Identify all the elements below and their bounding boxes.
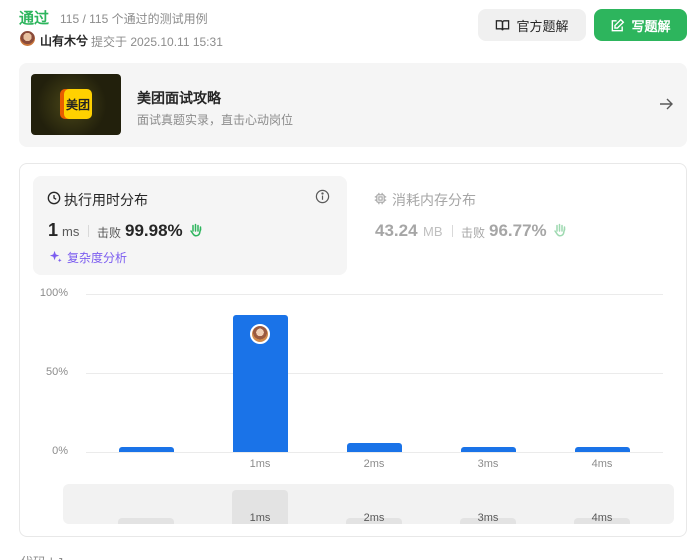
edit-icon — [612, 18, 625, 31]
runtime-value: 1 — [48, 220, 59, 240]
runtime-title: 执行用时分布 — [64, 192, 148, 208]
x-tick-label: 2ms — [363, 458, 385, 470]
testcases-passed: 115 / 115 个通过的测试用例 — [60, 12, 208, 26]
promo-subtitle: 面试真题实录，直击心动岗位 — [137, 113, 294, 127]
gridline — [86, 373, 663, 374]
arrow-right-icon[interactable] — [658, 96, 674, 112]
divider — [88, 225, 89, 237]
x-tick-label: 4ms — [591, 458, 613, 470]
code-section-label: 代码 | Java — [20, 552, 84, 560]
memory-beats-pct: 96.77% — [489, 221, 547, 240]
promo-title: 美团面试攻略 — [137, 90, 221, 106]
book-icon — [496, 19, 510, 30]
write-solution-label: 写题解 — [631, 18, 671, 34]
username[interactable]: 山有木兮 — [40, 32, 88, 49]
gridline — [86, 294, 663, 295]
complexity-analysis-link[interactable]: 复杂度分析 — [67, 249, 127, 266]
avatar[interactable] — [20, 31, 35, 46]
y-tick-label: 50% — [45, 366, 68, 378]
minimap-label: 2ms — [363, 512, 385, 524]
user-position-avatar — [250, 323, 270, 344]
official-solution-label: 官方题解 — [516, 18, 569, 34]
x-tick-label: 1ms — [249, 458, 271, 470]
memory-unit: MB — [423, 224, 443, 239]
runtime-beats-label: 击败 — [97, 226, 122, 240]
memory-value: 43.24 — [375, 221, 418, 240]
minimap-label: 4ms — [591, 512, 613, 524]
bar[interactable] — [346, 442, 402, 452]
chip-icon — [374, 192, 387, 205]
submitted-time: 提交于 2025.10.11 15:31 — [91, 35, 223, 49]
bar[interactable] — [574, 447, 630, 452]
clap-icon — [554, 223, 566, 237]
sparkle-icon — [49, 250, 62, 263]
minimap-label: 1ms — [249, 512, 271, 524]
x-tick-label: 3ms — [477, 458, 499, 470]
bar[interactable] — [118, 447, 174, 452]
write-solution-button[interactable]: 写题解 — [594, 9, 687, 41]
y-tick-label: 0% — [52, 445, 68, 457]
official-solution-button[interactable]: 官方题解 — [478, 9, 586, 41]
status-title: 通过 — [19, 10, 50, 27]
divider — [452, 225, 453, 237]
minimap-label: 3ms — [477, 512, 499, 524]
memory-beats-label: 击败 — [461, 226, 486, 240]
meituan-logo: 美团 — [64, 89, 92, 119]
bar[interactable] — [460, 447, 516, 452]
clap-icon — [190, 223, 202, 237]
runtime-unit: ms — [62, 224, 80, 239]
info-icon[interactable] — [315, 189, 330, 204]
promo-thumbnail: 美团 — [31, 74, 121, 135]
clock-icon — [47, 191, 61, 205]
gridline — [86, 452, 663, 453]
y-tick-label: 100% — [39, 287, 68, 299]
memory-title[interactable]: 消耗内存分布 — [392, 190, 476, 210]
minimap-bar — [118, 518, 174, 524]
runtime-beats-pct: 99.98% — [125, 221, 183, 240]
